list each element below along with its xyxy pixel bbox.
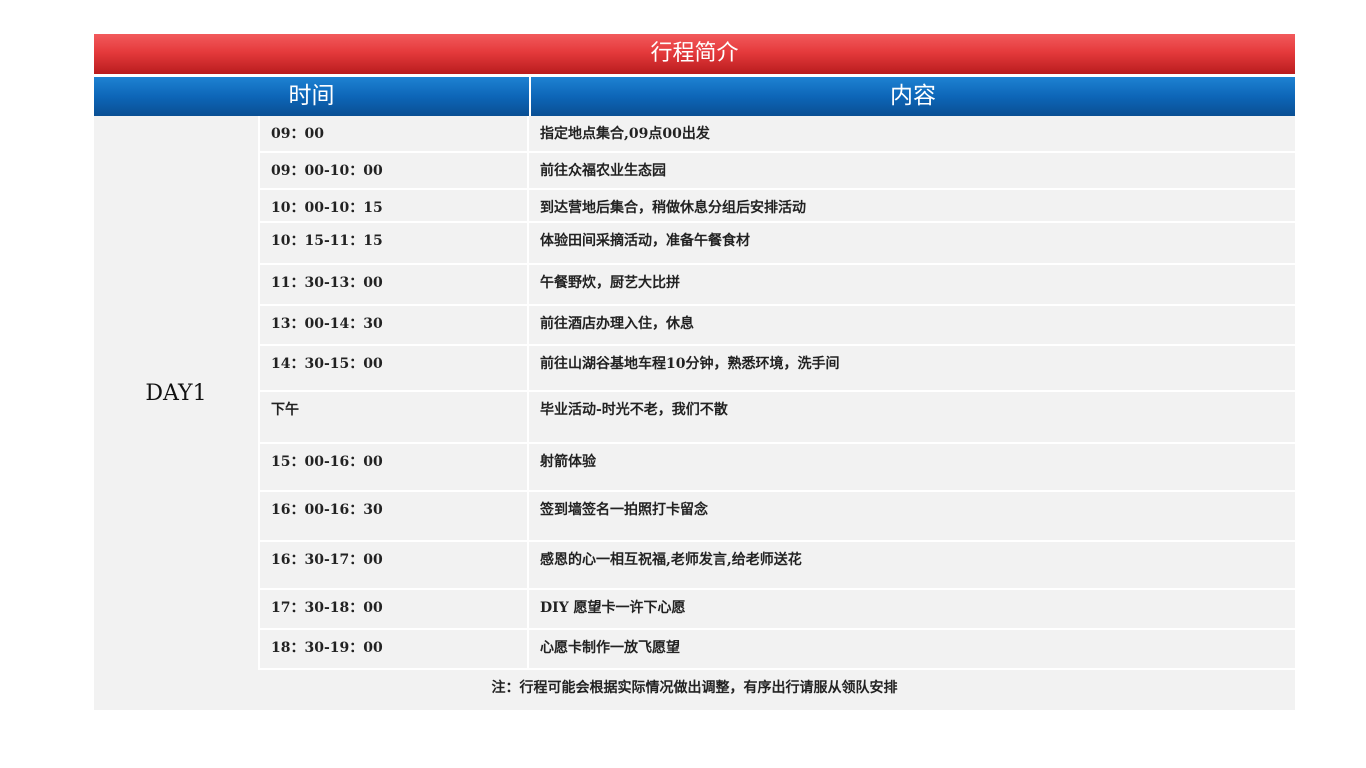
table-row: 09：00-10：00 前往众福农业生态园 bbox=[260, 153, 1295, 190]
row-time: 09：00-10：00 bbox=[260, 153, 529, 188]
row-content: 毕业活动-时光不老，我们不散 bbox=[540, 402, 728, 418]
row-time: 下午 bbox=[260, 392, 529, 442]
table-row: 16：30-17：00 感恩的心一相互祝福,老师发言,给老师送花 bbox=[260, 542, 1295, 590]
row-content: 前往山湖谷基地车程10分钟，熟悉环境，洗手间 bbox=[540, 356, 840, 372]
header-time: 时间 bbox=[94, 77, 529, 116]
row-content: 射箭体验 bbox=[540, 454, 596, 470]
table-row: 13：00-14：30 前往酒店办理入住，休息 bbox=[260, 306, 1295, 346]
row-content: 心愿卡制作一放飞愿望 bbox=[540, 640, 680, 656]
table-row: 下午 毕业活动-时光不老，我们不散 bbox=[260, 392, 1295, 444]
row-time: 10：00-10：15 bbox=[260, 190, 529, 221]
table-row: 09：00 指定地点集合,09点00出发 bbox=[260, 116, 1295, 153]
footer-note: 注：行程可能会根据实际情况做出调整，有序出行请服从领队安排 bbox=[94, 670, 1295, 710]
row-content: 到达营地后集合，稍做休息分组后安排活动 bbox=[540, 200, 806, 216]
row-time: 18：30-19：00 bbox=[260, 630, 529, 668]
table-body: DAY1 09：00 指定地点集合,09点00出发 09：00-10：00 前往… bbox=[94, 116, 1295, 670]
table-row: 15：00-16：00 射箭体验 bbox=[260, 444, 1295, 492]
itinerary-title: 行程简介 bbox=[94, 34, 1295, 74]
row-content: 签到墙签名一拍照打卡留念 bbox=[540, 502, 708, 518]
row-content: 感恩的心一相互祝福,老师发言,给老师送花 bbox=[540, 552, 802, 568]
day-label: DAY1 bbox=[94, 116, 260, 670]
row-content: 前往酒店办理入住，休息 bbox=[540, 316, 694, 332]
row-content: 前往众福农业生态园 bbox=[540, 163, 666, 179]
row-content: 指定地点集合,09点00出发 bbox=[540, 126, 710, 142]
table-header: 时间 内容 bbox=[94, 77, 1295, 116]
row-content: 体验田间采摘活动，准备午餐食材 bbox=[540, 233, 750, 249]
row-content: 午餐野炊，厨艺大比拼 bbox=[540, 275, 680, 291]
schedule-rows: 09：00 指定地点集合,09点00出发 09：00-10：00 前往众福农业生… bbox=[260, 116, 1295, 670]
table-row: 16：00-16：30 签到墙签名一拍照打卡留念 bbox=[260, 492, 1295, 542]
table-row: 10：00-10：15 到达营地后集合，稍做休息分组后安排活动 bbox=[260, 190, 1295, 223]
row-time: 09：00 bbox=[260, 116, 529, 151]
row-time: 14：30-15：00 bbox=[260, 346, 529, 390]
table-row: 17：30-18：00 DIY 愿望卡一许下心愿 bbox=[260, 590, 1295, 630]
row-time: 16：00-16：30 bbox=[260, 492, 529, 540]
row-content: DIY 愿望卡一许下心愿 bbox=[540, 600, 686, 616]
row-time: 11：30-13：00 bbox=[260, 265, 529, 304]
table-row: 10：15-11：15 体验田间采摘活动，准备午餐食材 bbox=[260, 223, 1295, 265]
table-row: 18：30-19：00 心愿卡制作一放飞愿望 bbox=[260, 630, 1295, 670]
table-row: 14：30-15：00 前往山湖谷基地车程10分钟，熟悉环境，洗手间 bbox=[260, 346, 1295, 392]
row-time: 16：30-17：00 bbox=[260, 542, 529, 588]
table-row: 11：30-13：00 午餐野炊，厨艺大比拼 bbox=[260, 265, 1295, 306]
row-time: 10：15-11：15 bbox=[260, 223, 529, 263]
row-time: 15：00-16：00 bbox=[260, 444, 529, 490]
row-time: 13：00-14：30 bbox=[260, 306, 529, 344]
row-time: 17：30-18：00 bbox=[260, 590, 529, 628]
header-content: 内容 bbox=[531, 77, 1295, 116]
itinerary-table: 行程简介 时间 内容 DAY1 09：00 指定地点集合,09点00出发 09：… bbox=[94, 34, 1295, 710]
